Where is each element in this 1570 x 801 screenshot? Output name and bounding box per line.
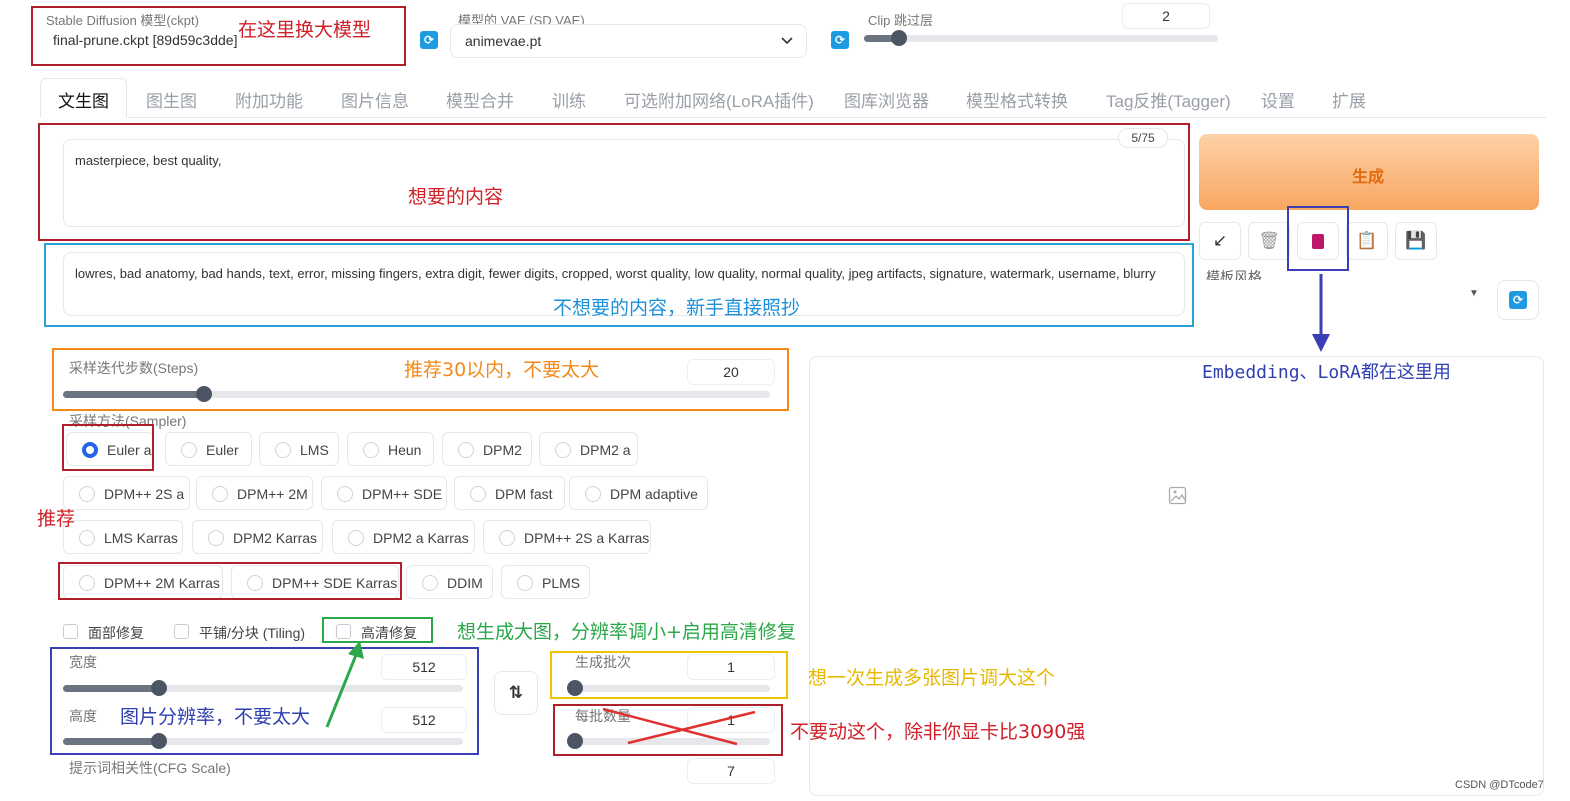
arrowhead-icon (348, 641, 364, 659)
arrow-up-icon (325, 654, 358, 728)
watermark: CSDN @DTcode7 (1455, 779, 1544, 791)
arrowhead-icon (1312, 334, 1330, 352)
annotation-arrows (325, 274, 1330, 746)
cross-icon (627, 710, 756, 745)
cross-icon (602, 707, 738, 746)
